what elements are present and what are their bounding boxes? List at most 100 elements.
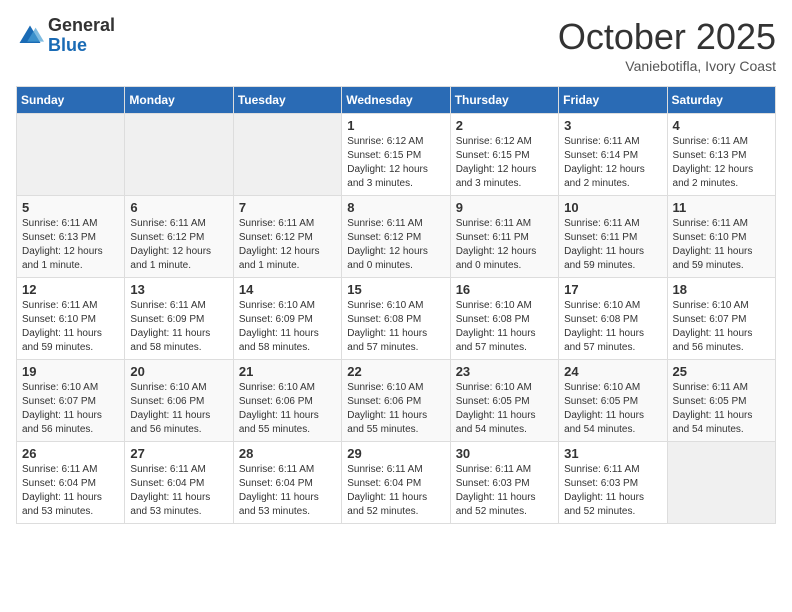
day-number: 4	[673, 118, 770, 133]
week-row-5: 26 Sunrise: 6:11 AMSunset: 6:04 PMDayligh…	[17, 442, 776, 524]
day-number: 18	[673, 282, 770, 297]
day-info: Sunrise: 6:10 AMSunset: 6:08 PMDaylight:…	[347, 299, 444, 355]
day-cell: 20 Sunrise: 6:10 AMSunset: 6:06 PMDayligh…	[125, 360, 233, 442]
day-number: 7	[239, 200, 336, 215]
day-info: Sunrise: 6:11 AMSunset: 6:11 PMDaylight:…	[564, 217, 661, 273]
day-cell: 13 Sunrise: 6:11 AMSunset: 6:09 PMDayligh…	[125, 278, 233, 360]
day-header-wednesday: Wednesday	[342, 87, 450, 114]
day-info: Sunrise: 6:10 AMSunset: 6:05 PMDaylight:…	[564, 381, 661, 437]
day-cell	[125, 114, 233, 196]
day-cell: 17 Sunrise: 6:10 AMSunset: 6:08 PMDayligh…	[559, 278, 667, 360]
day-cell: 29 Sunrise: 6:11 AMSunset: 6:04 PMDayligh…	[342, 442, 450, 524]
week-row-3: 12 Sunrise: 6:11 AMSunset: 6:10 PMDayligh…	[17, 278, 776, 360]
day-cell: 31Sunrise: 6:11 AMSunset: 6:03 PMDayligh…	[559, 442, 667, 524]
day-number: 24	[564, 364, 661, 379]
day-info: Sunrise: 6:11 AMSunset: 6:10 PMDaylight:…	[22, 299, 119, 355]
day-cell: 5 Sunrise: 6:11 AMSunset: 6:13 PMDaylight…	[17, 196, 125, 278]
day-cell: 28 Sunrise: 6:11 AMSunset: 6:04 PMDayligh…	[233, 442, 341, 524]
logo-icon	[16, 22, 44, 50]
day-cell: 4 Sunrise: 6:11 AMSunset: 6:13 PMDaylight…	[667, 114, 775, 196]
day-cell: 9Sunrise: 6:11 AMSunset: 6:11 PMDaylight…	[450, 196, 558, 278]
day-info: Sunrise: 6:10 AMSunset: 6:09 PMDaylight:…	[239, 299, 336, 355]
day-info: Sunrise: 6:11 AMSunset: 6:09 PMDaylight:…	[130, 299, 227, 355]
page-header: General Blue October 2025 Vaniebotifla, …	[16, 16, 776, 74]
day-info: Sunrise: 6:10 AMSunset: 6:06 PMDaylight:…	[347, 381, 444, 437]
day-cell: 8 Sunrise: 6:11 AMSunset: 6:12 PMDaylight…	[342, 196, 450, 278]
logo-line1: General	[48, 16, 115, 36]
day-info: Sunrise: 6:11 AMSunset: 6:03 PMDaylight:…	[564, 463, 661, 519]
day-info: Sunrise: 6:11 AMSunset: 6:04 PMDaylight:…	[347, 463, 444, 519]
day-cell: 10 Sunrise: 6:11 AMSunset: 6:11 PMDayligh…	[559, 196, 667, 278]
day-info: Sunrise: 6:11 AMSunset: 6:12 PMDaylight:…	[130, 217, 227, 273]
title-block: October 2025 Vaniebotifla, Ivory Coast	[558, 16, 776, 74]
day-cell: 26 Sunrise: 6:11 AMSunset: 6:04 PMDayligh…	[17, 442, 125, 524]
day-header-saturday: Saturday	[667, 87, 775, 114]
day-cell: 19Sunrise: 6:10 AMSunset: 6:07 PMDayligh…	[17, 360, 125, 442]
day-info: Sunrise: 6:11 AMSunset: 6:05 PMDaylight:…	[673, 381, 770, 437]
day-number: 3	[564, 118, 661, 133]
day-cell: 21 Sunrise: 6:10 AMSunset: 6:06 PMDayligh…	[233, 360, 341, 442]
day-info: Sunrise: 6:12 AMSunset: 6:15 PMDaylight:…	[347, 135, 444, 191]
day-number: 30	[456, 446, 553, 461]
day-number: 5	[22, 200, 119, 215]
day-number: 9	[456, 200, 553, 215]
day-number: 15	[347, 282, 444, 297]
day-cell: 24 Sunrise: 6:10 AMSunset: 6:05 PMDayligh…	[559, 360, 667, 442]
day-cell: 16Sunrise: 6:10 AMSunset: 6:08 PMDayligh…	[450, 278, 558, 360]
day-info: Sunrise: 6:11 AMSunset: 6:03 PMDaylight:…	[456, 463, 553, 519]
logo: General Blue	[16, 16, 115, 56]
day-header-monday: Monday	[125, 87, 233, 114]
day-number: 12	[22, 282, 119, 297]
day-cell: 30 Sunrise: 6:11 AMSunset: 6:03 PMDayligh…	[450, 442, 558, 524]
day-info: Sunrise: 6:10 AMSunset: 6:07 PMDaylight:…	[673, 299, 770, 355]
day-number: 8	[347, 200, 444, 215]
day-number: 25	[673, 364, 770, 379]
day-info: Sunrise: 6:11 AMSunset: 6:04 PMDaylight:…	[239, 463, 336, 519]
day-number: 21	[239, 364, 336, 379]
week-row-4: 19Sunrise: 6:10 AMSunset: 6:07 PMDayligh…	[17, 360, 776, 442]
day-info: Sunrise: 6:11 AMSunset: 6:04 PMDaylight:…	[22, 463, 119, 519]
day-number: 2	[456, 118, 553, 133]
header-row: SundayMondayTuesdayWednesdayThursdayFrid…	[17, 87, 776, 114]
day-cell: 1 Sunrise: 6:12 AMSunset: 6:15 PMDaylight…	[342, 114, 450, 196]
day-number: 22	[347, 364, 444, 379]
day-cell: 3Sunrise: 6:11 AMSunset: 6:14 PMDaylight…	[559, 114, 667, 196]
day-info: Sunrise: 6:10 AMSunset: 6:08 PMDaylight:…	[456, 299, 553, 355]
day-info: Sunrise: 6:10 AMSunset: 6:08 PMDaylight:…	[564, 299, 661, 355]
day-number: 14	[239, 282, 336, 297]
week-row-1: 1 Sunrise: 6:12 AMSunset: 6:15 PMDaylight…	[17, 114, 776, 196]
day-number: 1	[347, 118, 444, 133]
day-cell: 22 Sunrise: 6:10 AMSunset: 6:06 PMDayligh…	[342, 360, 450, 442]
day-info: Sunrise: 6:11 AMSunset: 6:12 PMDaylight:…	[239, 217, 336, 273]
day-number: 28	[239, 446, 336, 461]
day-cell: 11Sunrise: 6:11 AMSunset: 6:10 PMDayligh…	[667, 196, 775, 278]
day-info: Sunrise: 6:11 AMSunset: 6:13 PMDaylight:…	[673, 135, 770, 191]
day-number: 10	[564, 200, 661, 215]
day-number: 6	[130, 200, 227, 215]
calendar-table: SundayMondayTuesdayWednesdayThursdayFrid…	[16, 86, 776, 524]
day-info: Sunrise: 6:11 AMSunset: 6:10 PMDaylight:…	[673, 217, 770, 273]
day-number: 29	[347, 446, 444, 461]
day-cell: 2Sunrise: 6:12 AMSunset: 6:15 PMDaylight…	[450, 114, 558, 196]
day-info: Sunrise: 6:11 AMSunset: 6:12 PMDaylight:…	[347, 217, 444, 273]
day-header-friday: Friday	[559, 87, 667, 114]
day-info: Sunrise: 6:11 AMSunset: 6:13 PMDaylight:…	[22, 217, 119, 273]
day-info: Sunrise: 6:10 AMSunset: 6:06 PMDaylight:…	[130, 381, 227, 437]
day-header-tuesday: Tuesday	[233, 87, 341, 114]
day-cell: 7 Sunrise: 6:11 AMSunset: 6:12 PMDaylight…	[233, 196, 341, 278]
day-number: 26	[22, 446, 119, 461]
day-cell	[17, 114, 125, 196]
month-title: October 2025	[558, 16, 776, 58]
day-header-sunday: Sunday	[17, 87, 125, 114]
day-info: Sunrise: 6:10 AMSunset: 6:06 PMDaylight:…	[239, 381, 336, 437]
day-header-thursday: Thursday	[450, 87, 558, 114]
day-number: 20	[130, 364, 227, 379]
day-info: Sunrise: 6:11 AMSunset: 6:04 PMDaylight:…	[130, 463, 227, 519]
day-number: 23	[456, 364, 553, 379]
day-number: 13	[130, 282, 227, 297]
week-row-2: 5 Sunrise: 6:11 AMSunset: 6:13 PMDaylight…	[17, 196, 776, 278]
day-number: 17	[564, 282, 661, 297]
day-cell: 14 Sunrise: 6:10 AMSunset: 6:09 PMDayligh…	[233, 278, 341, 360]
day-cell	[233, 114, 341, 196]
day-cell: 15 Sunrise: 6:10 AMSunset: 6:08 PMDayligh…	[342, 278, 450, 360]
